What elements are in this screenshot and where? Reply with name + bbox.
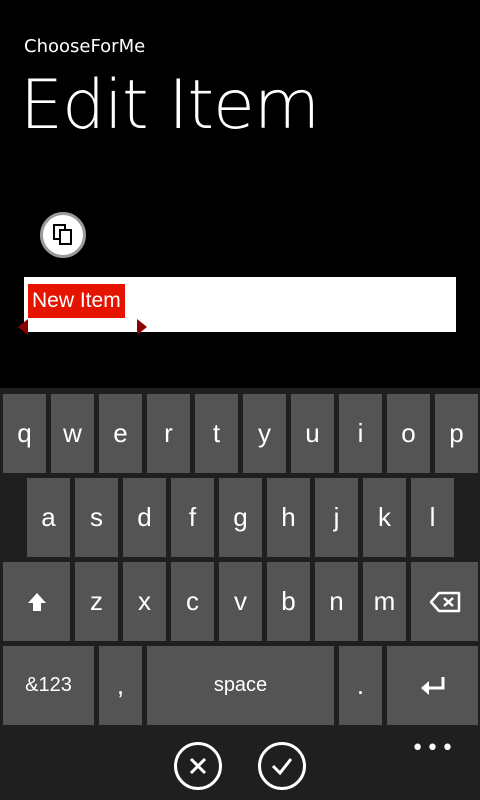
key-k[interactable]: k (363, 478, 406, 557)
keyboard: q w e r t y u i o p a s d f g h j k l z … (0, 388, 480, 734)
period-key[interactable]: . (339, 646, 382, 725)
key-i[interactable]: i (339, 394, 382, 473)
key-u[interactable]: u (291, 394, 334, 473)
backspace-key[interactable] (411, 562, 478, 641)
key-t[interactable]: t (195, 394, 238, 473)
key-w[interactable]: w (51, 394, 94, 473)
app-bar: ••• (0, 734, 480, 800)
selection-handle-left[interactable] (18, 319, 28, 335)
key-p[interactable]: p (435, 394, 478, 473)
item-name-textbox[interactable]: New Item (18, 277, 456, 335)
key-c[interactable]: c (171, 562, 214, 641)
selected-text: New Item (28, 284, 125, 318)
copy-button[interactable] (40, 212, 86, 258)
comma-key[interactable]: , (99, 646, 142, 725)
key-q[interactable]: q (3, 394, 46, 473)
symbols-key[interactable]: &123 (3, 646, 94, 725)
key-z[interactable]: z (75, 562, 118, 641)
backspace-icon (429, 591, 460, 612)
confirm-button[interactable] (258, 742, 306, 790)
cancel-button[interactable] (174, 742, 222, 790)
key-j[interactable]: j (315, 478, 358, 557)
key-m[interactable]: m (363, 562, 406, 641)
cancel-icon (189, 757, 207, 775)
key-d[interactable]: d (123, 478, 166, 557)
key-s[interactable]: s (75, 478, 118, 557)
key-l[interactable]: l (411, 478, 454, 557)
selection-handle-right[interactable] (137, 319, 147, 335)
more-options-ellipsis[interactable]: ••• (411, 736, 456, 761)
key-h[interactable]: h (267, 478, 310, 557)
key-a[interactable]: a (27, 478, 70, 557)
key-v[interactable]: v (219, 562, 262, 641)
enter-icon (420, 676, 444, 695)
copy-icon (53, 224, 72, 245)
key-f[interactable]: f (171, 478, 214, 557)
key-b[interactable]: b (267, 562, 310, 641)
key-y[interactable]: y (243, 394, 286, 473)
key-x[interactable]: x (123, 562, 166, 641)
page-title: Edit Item (20, 66, 320, 145)
key-o[interactable]: o (387, 394, 430, 473)
key-n[interactable]: n (315, 562, 358, 641)
key-e[interactable]: e (99, 394, 142, 473)
shift-key[interactable] (3, 562, 70, 641)
space-key[interactable]: space (147, 646, 334, 725)
shift-icon (27, 592, 46, 611)
key-g[interactable]: g (219, 478, 262, 557)
key-r[interactable]: r (147, 394, 190, 473)
app-title: ChooseForMe (24, 36, 146, 57)
checkmark-icon (271, 758, 293, 776)
enter-key[interactable] (387, 646, 478, 725)
